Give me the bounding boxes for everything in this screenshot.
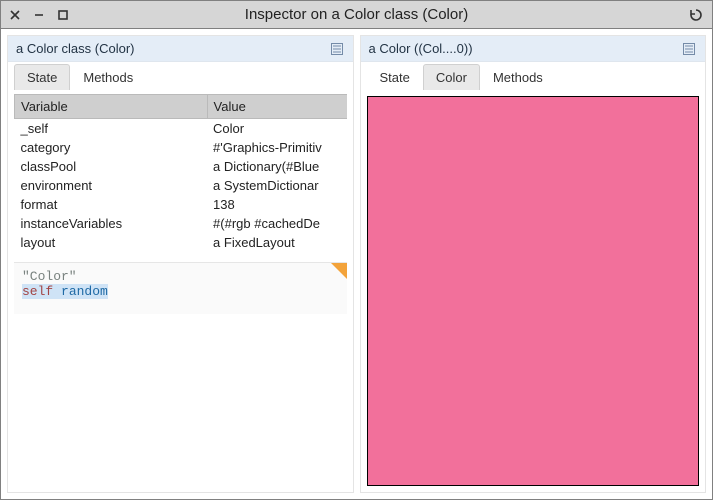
cell-variable: instanceVariables	[15, 214, 208, 233]
table-row[interactable]: category#'Graphics-Primitiv	[15, 138, 347, 157]
left-tabs: State Methods	[8, 62, 353, 90]
window-title: Inspector on a Color class (Color)	[1, 6, 712, 23]
cell-variable: layout	[15, 233, 208, 252]
inspector-window: Inspector on a Color class (Color) a Col…	[0, 0, 713, 500]
left-header-label: a Color class (Color)	[16, 41, 329, 56]
titlebar: Inspector on a Color class (Color)	[1, 1, 712, 29]
tab-label: Color	[436, 70, 467, 85]
cell-value: #'Graphics-Primitiv	[207, 138, 346, 157]
table-row[interactable]: environmenta SystemDictionar	[15, 176, 347, 195]
pane-menu-icon[interactable]	[329, 41, 345, 57]
col-value[interactable]: Value	[207, 95, 346, 119]
right-tabs: State Color Methods	[361, 62, 706, 90]
table-header-row: Variable Value	[15, 95, 347, 119]
cell-variable: category	[15, 138, 208, 157]
variables-table: Variable Value _selfColor category#'Grap…	[14, 94, 347, 256]
table-row[interactable]: format138	[15, 195, 347, 214]
tab-methods[interactable]: Methods	[70, 64, 146, 90]
left-pane: a Color class (Color) State Methods Vari…	[7, 35, 354, 493]
tab-label: Methods	[493, 70, 543, 85]
dirty-indicator-icon	[331, 263, 347, 279]
cell-value: 138	[207, 195, 346, 214]
cell-value: Color	[207, 119, 346, 139]
right-header-label: a Color ((Col....0))	[369, 41, 682, 56]
tab-label: State	[380, 70, 410, 85]
color-preview	[367, 96, 700, 486]
code-message: random	[61, 284, 108, 299]
code-pane[interactable]: "Color" self random	[14, 262, 347, 314]
cell-variable: classPool	[15, 157, 208, 176]
table-row[interactable]: instanceVariables#(#rgb #cachedDe	[15, 214, 347, 233]
table-row[interactable]: _selfColor	[15, 119, 347, 139]
tab-state[interactable]: State	[14, 64, 70, 90]
cell-value: a FixedLayout	[207, 233, 346, 252]
blank-area	[8, 320, 353, 492]
tab-state-right[interactable]: State	[367, 64, 423, 90]
cell-variable: _self	[15, 119, 208, 139]
cell-variable: format	[15, 195, 208, 214]
cell-value: a SystemDictionar	[207, 176, 346, 195]
refresh-icon[interactable]	[688, 7, 704, 23]
tab-color[interactable]: Color	[423, 64, 480, 90]
right-pane: a Color ((Col....0)) State Color Methods	[360, 35, 707, 493]
minimize-icon[interactable]	[33, 9, 45, 21]
variables-table-wrap: Variable Value _selfColor category#'Grap…	[14, 94, 347, 256]
code-self: self	[22, 284, 53, 299]
tab-methods-right[interactable]: Methods	[480, 64, 556, 90]
cell-variable: localSelectors	[15, 252, 208, 256]
tab-label: Methods	[83, 70, 133, 85]
cell-value: #(#rgb #cachedDe	[207, 214, 346, 233]
table-row[interactable]: classPoola Dictionary(#Blue	[15, 157, 347, 176]
pane-menu-icon[interactable]	[681, 41, 697, 57]
left-pane-header: a Color class (Color)	[8, 36, 353, 62]
close-icon[interactable]	[9, 9, 21, 21]
cell-variable: environment	[15, 176, 208, 195]
maximize-icon[interactable]	[57, 9, 69, 21]
tab-label: State	[27, 70, 57, 85]
content-area: a Color class (Color) State Methods Vari…	[1, 29, 712, 499]
table-row[interactable]: layouta FixedLayout	[15, 233, 347, 252]
cell-value: a Dictionary(#Blue	[207, 157, 346, 176]
right-pane-header: a Color ((Col....0))	[361, 36, 706, 62]
table-row[interactable]: localSelectorsnil	[15, 252, 347, 256]
code-comment: "Color"	[22, 269, 77, 284]
col-variable[interactable]: Variable	[15, 95, 208, 119]
cell-value: nil	[207, 252, 346, 256]
